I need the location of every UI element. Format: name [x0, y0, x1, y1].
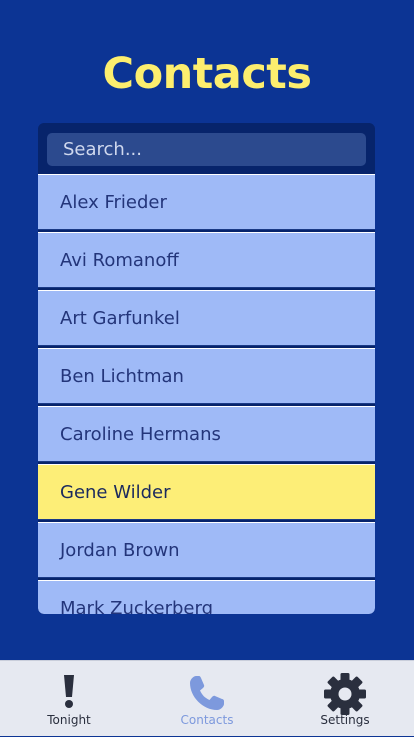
contacts-list[interactable]: Alex Frieder Avi Romanoff Art Garfunkel … [38, 174, 375, 614]
tab-label: Tonight [47, 713, 91, 727]
tab-tonight[interactable]: Tonight [0, 661, 138, 737]
contact-name: Avi Romanoff [60, 249, 179, 271]
contact-name: Art Garfunkel [60, 307, 180, 329]
tab-label: Contacts [180, 713, 234, 727]
contact-name: Gene Wilder [60, 481, 171, 503]
contact-row[interactable]: Avi Romanoff [38, 232, 375, 288]
search-input[interactable] [47, 133, 366, 166]
contact-row-selected[interactable]: Gene Wilder [38, 464, 375, 520]
contact-name: Alex Frieder [60, 191, 167, 213]
tab-bar: Tonight Contacts Settings [0, 660, 414, 736]
contact-name: Ben Lichtman [60, 365, 184, 387]
contact-row[interactable]: Mark Zuckerberg [38, 580, 375, 614]
contact-name: Mark Zuckerberg [60, 597, 214, 615]
exclamation-icon [61, 673, 77, 713]
tab-settings[interactable]: Settings [276, 661, 414, 737]
tab-label: Settings [320, 713, 370, 727]
tab-contacts[interactable]: Contacts [138, 661, 276, 737]
contact-name: Jordan Brown [60, 539, 180, 561]
contact-row[interactable]: Jordan Brown [38, 522, 375, 578]
contact-name: Caroline Hermans [60, 423, 221, 445]
contact-row[interactable]: Art Garfunkel [38, 290, 375, 346]
contact-row[interactable]: Ben Lichtman [38, 348, 375, 404]
contact-row[interactable]: Caroline Hermans [38, 406, 375, 462]
phone-icon [187, 673, 227, 717]
page-title: Contacts [102, 49, 312, 99]
contact-row[interactable]: Alex Frieder [38, 174, 375, 230]
contacts-panel: Alex Frieder Avi Romanoff Art Garfunkel … [38, 123, 375, 614]
